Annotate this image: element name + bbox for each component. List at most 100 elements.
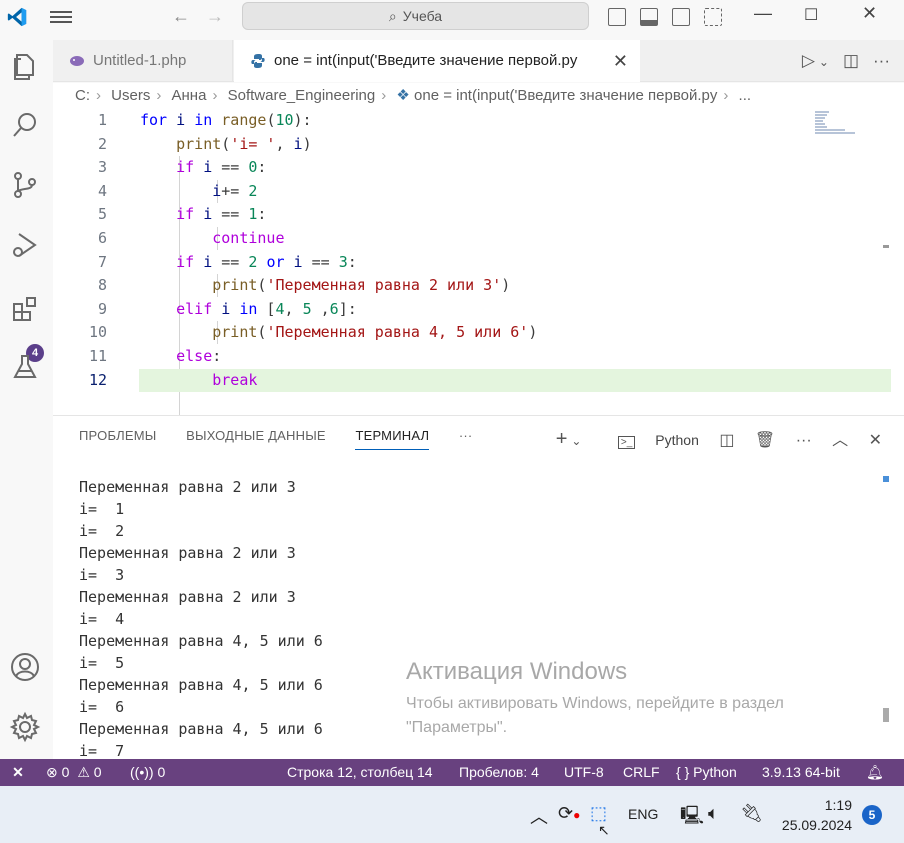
clock-date: 25.09.2024 [781,817,852,833]
split-editor-icon[interactable]: ◫ [843,51,859,70]
remote-indicator-icon[interactable]: ✕ [0,759,36,786]
search-icon: ⌕ [388,8,397,24]
breadcrumb-user-folder[interactable]: Анна [172,87,207,104]
end-of-line[interactable]: CRLF [623,759,660,786]
mouse-cursor-icon: ↖ [598,822,610,838]
breadcrumb-users[interactable]: Users [111,87,150,104]
maximize-icon[interactable]: ☐ [804,5,818,25]
network-icon[interactable]: 🖳 [680,803,704,833]
code-editor[interactable]: 1 for i in range(10): 2 print('i= ', i) 3… [53,109,904,426]
code-line: 8 print('Переменная равна 2 или 3') [53,274,813,298]
snipping-tool-icon[interactable]: ⬚ [590,803,607,824]
notifications-bell-icon[interactable]: 🔔︎ [866,759,884,786]
customize-layout-icon[interactable] [704,8,722,26]
ports-status[interactable]: ((•)) 0 [130,759,165,786]
close-panel-icon[interactable]: ✕ [869,430,882,450]
maximize-panel-icon[interactable]: ︿ [832,426,848,450]
battery-charging-icon[interactable]: 🔌︎ [740,803,763,824]
extensions-icon[interactable] [8,292,42,326]
windows-activation-watermark: Активация Windows Чтобы активировать Win… [406,658,784,740]
warning-icon: ⚠ [77,764,90,780]
volume-icon[interactable]: 🔈︎ [708,803,719,824]
line-number: 12 [88,370,107,389]
more-actions-icon[interactable]: ··· [873,51,890,70]
minimap[interactable] [815,111,865,137]
system-clock[interactable]: 1:19 25.09.2024 [778,795,852,835]
breadcrumb-project-folder[interactable]: Software_Engineering [228,87,376,104]
sync-status-icon[interactable]: ⟳● [558,803,580,824]
run-dropdown-chevron-icon[interactable]: ⌄ [819,55,829,69]
run-python-file-icon[interactable]: ▷ [802,51,815,70]
terminal-output[interactable]: Переменная равна 2 или 3 i= 1 i= 2 Перем… [79,476,323,762]
windows-taskbar: ︿ ⟳● ⬚ ↖ ENG 🖳 🔈︎ 🔌︎ 1:19 25.09.2024 5 [0,786,904,843]
python-interpreter[interactable]: 3.9.13 64-bit [762,759,840,786]
braces-icon: { } [676,764,690,780]
toggle-panel-icon[interactable] [640,8,658,26]
command-center-search[interactable]: ⌕ Учеба [242,2,589,30]
accounts-icon[interactable] [8,650,42,684]
input-language[interactable]: ENG [628,806,658,822]
breadcrumb-drive[interactable]: C: [75,87,90,104]
clock-time: 1:19 [824,797,852,813]
error-count: 0 [61,764,70,780]
code-line: 7 if i == 2 or i == 3: [53,251,813,275]
tab-output[interactable]: ВЫХОДНЫЕ ДАННЫЕ [186,428,326,449]
run-debug-icon[interactable] [8,228,42,262]
code-line: 2 print('i= ', i) [53,133,813,157]
terminal-instance[interactable]: >_ Python [602,432,699,450]
new-terminal-icon[interactable]: + [556,428,568,451]
encoding[interactable]: UTF-8 [564,759,604,786]
panel-more-icon[interactable]: ··· [459,428,473,449]
split-terminal-icon[interactable]: ◫ [719,430,734,450]
search-icon[interactable] [8,108,42,142]
settings-gear-icon[interactable] [8,710,42,744]
indentation[interactable]: Пробелов: 4 [459,759,539,786]
new-terminal-dropdown-icon[interactable]: ⌄ [571,434,581,448]
tab-label: one = int(input('Введите значение первой… [274,52,578,69]
editor-scrollbar[interactable] [883,245,889,248]
ports-count: 0 [157,764,166,780]
menu-icon[interactable] [50,8,72,26]
activity-bar: 4 [0,34,52,759]
language-mode[interactable]: { } Python [676,759,737,786]
terminal-scroll-indicator [883,476,889,482]
line-number: 1 [97,111,107,129]
minimize-icon[interactable]: — [754,3,772,24]
forward-arrow-icon[interactable]: → [206,6,224,27]
code-line: 9 elif i in [4, 5 ,6]: [53,298,813,322]
close-tab-icon[interactable]: ✕ [613,40,628,82]
notification-count-badge[interactable]: 5 [862,805,882,825]
explorer-icon[interactable] [8,50,42,84]
breadcrumb-symbols[interactable]: ... [739,87,752,104]
source-control-icon[interactable] [8,168,42,202]
cursor-position[interactable]: Строка 12, столбец 14 [287,759,433,786]
tab-problems[interactable]: ПРОБЛЕМЫ [79,428,157,449]
error-icon: ⊗ [46,764,58,780]
line-number: 4 [97,181,107,200]
toggle-secondary-sidebar-icon[interactable] [672,8,690,26]
php-elephant-icon [70,56,84,66]
tab-python-file[interactable]: one = int(input('Введите значение первой… [234,40,640,82]
testing-icon[interactable] [8,350,42,384]
back-arrow-icon[interactable]: ← [172,6,190,27]
vscode-logo-icon[interactable] [6,6,28,28]
tab-untitled-php[interactable]: Untitled-1.php [53,40,233,82]
toggle-sidebar-icon[interactable] [608,8,626,26]
tab-label: Untitled-1.php [93,52,187,69]
tab-terminal[interactable]: ТЕРМИНАЛ [355,428,430,450]
kill-terminal-icon[interactable]: 🗑 [755,430,775,450]
editor-tabs: Untitled-1.php one = int(input('Введите … [53,40,904,82]
line-number: 2 [97,134,107,153]
line-number: 7 [97,252,107,271]
line-number: 5 [97,205,107,224]
code-line: 1 for i in range(10): [53,109,813,133]
terminal-scrollbar[interactable] [883,708,889,722]
watermark-line2: "Параметры". [406,719,508,736]
title-bar: ← → ⌕ Учеба — ☐ ✕ [0,0,904,34]
problems-status[interactable]: ⊗ 0 ⚠ 0 [46,759,102,786]
breadcrumb-file[interactable]: one = int(input('Введите значение первой… [414,87,717,104]
close-icon[interactable]: ✕ [862,3,877,24]
terminal-icon: >_ [617,436,636,449]
panel-more-actions-icon[interactable]: ··· [796,432,812,450]
show-hidden-icons-chevron-icon[interactable]: ︿ [530,803,548,829]
